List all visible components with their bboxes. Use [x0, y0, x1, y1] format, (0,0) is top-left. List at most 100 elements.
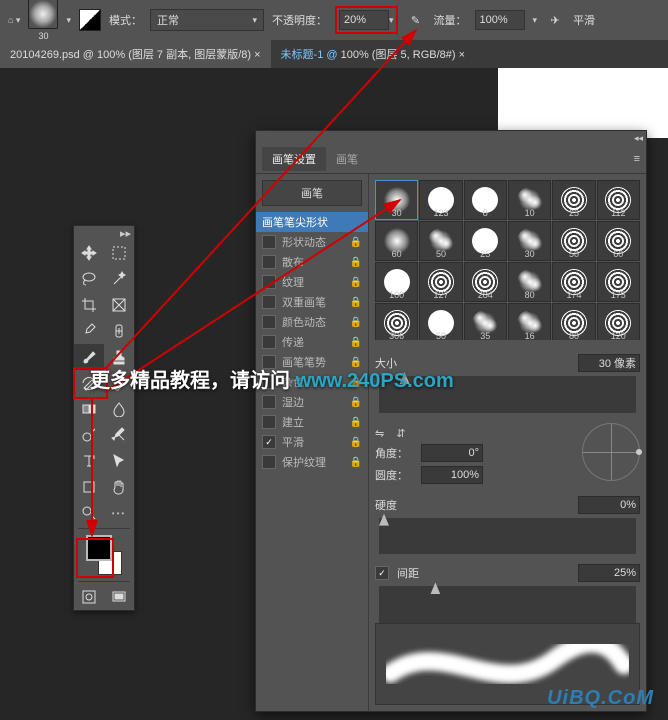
brush-panel-toggle-icon[interactable] [79, 9, 101, 31]
pen-tool[interactable] [104, 422, 134, 448]
angle-field[interactable]: 0° [421, 444, 483, 462]
shape-dynamics-row[interactable]: 形状动态🔒 [256, 232, 368, 252]
brush-preset-item[interactable]: 120 [597, 303, 640, 340]
brush-preset-picker[interactable]: 30 [28, 0, 58, 41]
brush-preset-item[interactable]: 60 [597, 221, 640, 261]
angle-dial[interactable] [582, 423, 640, 481]
transfer-row[interactable]: 传递🔒 [256, 332, 368, 352]
brush-preset-item[interactable]: 123 [419, 180, 462, 220]
lock-icon[interactable]: 🔒 [350, 257, 362, 268]
lock-icon[interactable]: 🔒 [350, 437, 362, 448]
frame-tool[interactable] [104, 292, 134, 318]
dodge-tool[interactable] [74, 422, 104, 448]
quickmask-toggle[interactable] [74, 584, 104, 610]
hardness-slider[interactable] [379, 518, 636, 555]
move-tool[interactable] [74, 240, 104, 266]
checkbox[interactable] [262, 455, 276, 469]
spacing-slider[interactable] [379, 586, 636, 623]
opacity-field[interactable]: 20% [339, 10, 389, 30]
lasso-tool[interactable] [74, 266, 104, 292]
checkbox[interactable] [262, 395, 276, 409]
brush-preset-item[interactable]: 60 [375, 221, 418, 261]
shape-tool[interactable] [74, 474, 104, 500]
brush-preset-item[interactable]: 50 [419, 221, 462, 261]
checkbox[interactable] [262, 335, 276, 349]
gradient-tool[interactable] [74, 396, 104, 422]
flip-x-icon[interactable]: ⇋ [375, 427, 388, 440]
spacing-field[interactable]: 25% [578, 564, 640, 582]
crop-tool[interactable] [74, 292, 104, 318]
home-chevron-icon[interactable]: ⌂ ▾ [8, 15, 20, 26]
brush-preset-item[interactable]: 35 [464, 303, 507, 340]
hardness-field[interactable]: 0% [578, 496, 640, 514]
edit-toolbar[interactable]: ••• [104, 500, 134, 526]
checkbox[interactable] [262, 255, 276, 269]
dual-brush-row[interactable]: 双重画笔🔒 [256, 292, 368, 312]
zoom-tool[interactable] [74, 500, 104, 526]
brush-preset-item[interactable]: 127 [419, 262, 462, 302]
magic-wand-tool[interactable] [104, 266, 134, 292]
brush-preset-item[interactable]: 80 [552, 303, 595, 340]
brush-preset-item[interactable]: 175 [597, 262, 640, 302]
brush-preset-item[interactable]: 25 [464, 221, 507, 261]
brushes-button[interactable]: 画笔 [262, 180, 362, 206]
texture-row[interactable]: 纹理🔒 [256, 272, 368, 292]
document-tab-2[interactable]: 未标题-1 @ 100% (图层 5, RGB/8#) × [271, 40, 476, 68]
path-select-tool[interactable] [104, 448, 134, 474]
brush-preset-item[interactable]: 112 [597, 180, 640, 220]
hand-tool[interactable] [104, 474, 134, 500]
panel-menu-icon[interactable]: ≡ [634, 153, 640, 165]
protect-texture-row[interactable]: 保护纹理🔒 [256, 452, 368, 472]
opacity-chevron-icon[interactable]: ▾ [389, 15, 394, 26]
foreground-color[interactable] [86, 535, 112, 561]
lock-icon[interactable]: 🔒 [350, 397, 362, 408]
tab-brush-settings[interactable]: 画笔设置 [262, 147, 326, 171]
brush-preset-item[interactable]: 50 [552, 221, 595, 261]
checkbox[interactable] [262, 295, 276, 309]
blend-mode-dropdown[interactable]: 正常 ▾ [150, 9, 264, 31]
brush-preset-item[interactable]: 16 [508, 303, 551, 340]
smoothing-row[interactable]: 平滑🔒 [256, 432, 368, 452]
checkbox[interactable] [262, 275, 276, 289]
brush-preset-item[interactable]: 284 [464, 262, 507, 302]
brush-preset-item[interactable]: 50 [419, 303, 462, 340]
screenmode-toggle[interactable] [104, 584, 134, 610]
wet-edges-row[interactable]: 湿边🔒 [256, 392, 368, 412]
airbrush-icon[interactable]: ✈ [545, 10, 565, 30]
color-dynamics-row[interactable]: 颜色动态🔒 [256, 312, 368, 332]
lock-icon[interactable]: 🔒 [350, 317, 362, 328]
brush-preset-chevron-icon[interactable]: ▾ [66, 15, 71, 26]
document-canvas[interactable] [498, 68, 668, 138]
brush-preset-item[interactable]: 30 [375, 180, 418, 220]
marquee-tool[interactable] [104, 240, 134, 266]
lock-icon[interactable]: 🔒 [350, 237, 362, 248]
lock-icon[interactable]: 🔒 [350, 417, 362, 428]
brush-preset-item[interactable]: 306 [375, 303, 418, 340]
healing-tool[interactable] [104, 318, 134, 344]
size-field[interactable]: 30 像素 [578, 354, 640, 372]
tip-shape-row[interactable]: 画笔笔尖形状 [256, 212, 368, 232]
checkbox[interactable] [262, 435, 276, 449]
lock-icon[interactable]: 🔒 [350, 277, 362, 288]
checkbox[interactable] [262, 315, 276, 329]
pressure-opacity-icon[interactable]: ✎ [406, 10, 426, 30]
toolbox-header[interactable]: ▸▸ [74, 226, 134, 240]
flow-chevron-icon[interactable]: ▾ [533, 15, 538, 26]
type-tool[interactable] [74, 448, 104, 474]
brush-preset-item[interactable]: 10 [508, 180, 551, 220]
document-tab-1[interactable]: 20104269.psd @ 100% (图层 7 副本, 图层蒙版/8) × [0, 40, 271, 68]
brush-preset-item[interactable]: 174 [552, 262, 595, 302]
buildup-row[interactable]: 建立🔒 [256, 412, 368, 432]
lock-icon[interactable]: 🔒 [350, 337, 362, 348]
lock-icon[interactable]: 🔒 [350, 457, 362, 468]
flip-y-icon[interactable]: ⇵ [396, 427, 409, 440]
eyedropper-tool[interactable] [74, 318, 104, 344]
tab-brushes[interactable]: 画笔 [326, 147, 368, 171]
color-swatch[interactable] [86, 535, 122, 575]
scatter-row[interactable]: 散布🔒 [256, 252, 368, 272]
brush-preset-item[interactable]: 30 [508, 221, 551, 261]
flow-field[interactable]: 100% [475, 10, 525, 30]
lock-icon[interactable]: 🔒 [350, 297, 362, 308]
checkbox[interactable] [262, 235, 276, 249]
checkbox[interactable] [262, 415, 276, 429]
